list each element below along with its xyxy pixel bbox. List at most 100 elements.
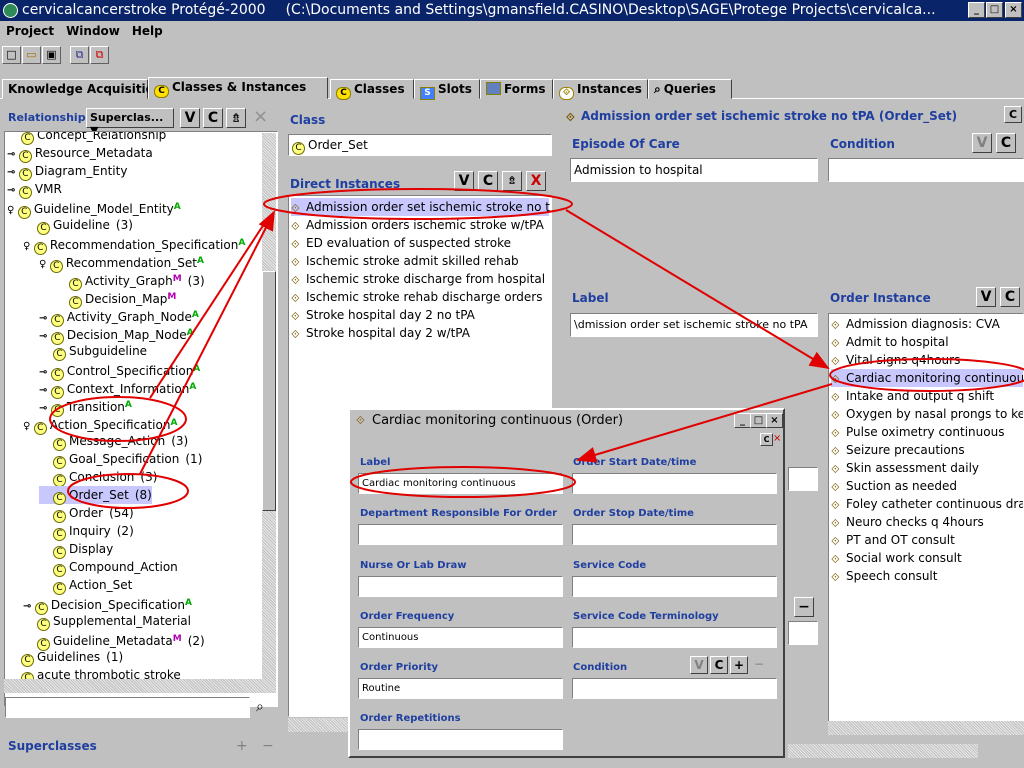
tree-node[interactable]: C Action_Set <box>39 576 132 595</box>
find-binoculars-icon[interactable]: ⌕ <box>256 699 264 715</box>
tree-node[interactable]: ⊸ C Resource_Metadata <box>7 144 153 163</box>
tree-node[interactable]: C Compound_Action <box>39 558 178 577</box>
tree-expander-icon[interactable]: ⊸ <box>23 601 35 612</box>
tree-node[interactable]: C Guidelines (1) <box>7 648 123 667</box>
tree-node[interactable]: ⊸ C VMR <box>7 180 62 199</box>
create-instance-button[interactable]: C <box>478 171 498 191</box>
order-instance-view-button[interactable]: V <box>976 287 996 307</box>
delete-instance-button[interactable]: X <box>526 171 546 191</box>
tree-horizontal-scrollbar[interactable] <box>4 679 276 693</box>
order-instance-item[interactable]: ⟐ Suction as needed <box>831 477 957 495</box>
cascade-windows-icon[interactable]: ⧉ <box>70 46 89 64</box>
minimize-button[interactable]: _ <box>968 2 985 18</box>
instance-item[interactable]: ⟐ Ischemic stroke discharge from hospital <box>291 270 549 288</box>
dlg-condition-view-button[interactable]: V <box>690 656 708 674</box>
view-instance-button[interactable]: V <box>454 171 474 191</box>
form-horizontal-scrollbar[interactable] <box>788 744 978 758</box>
tree-node[interactable]: C Guideline (3) <box>23 216 133 235</box>
tree-expander-icon[interactable]: ⊸ <box>39 403 51 414</box>
tree-node[interactable]: C Activity_GraphM (3) <box>55 270 205 291</box>
dlg-condition-field[interactable] <box>572 678 777 699</box>
dlg-terminology-field[interactable] <box>572 627 777 648</box>
delete-class-icon[interactable]: × <box>253 106 268 127</box>
dlg-condition-create-button[interactable]: C <box>710 656 728 674</box>
dialog-class-button[interactable]: C <box>760 433 773 446</box>
dlg-nurse-field[interactable] <box>358 576 563 597</box>
maximize-button[interactable]: □ <box>986 2 1003 18</box>
instance-item[interactable]: ⟐ Admission order set ischemic stroke no … <box>291 198 551 216</box>
add-superclass-button[interactable]: + <box>236 738 248 754</box>
tree-node[interactable]: C Guideline_MetadataM (2) <box>23 630 205 651</box>
dlg-priority-field[interactable]: Routine <box>358 678 563 699</box>
hidden-field-1[interactable] <box>788 467 818 491</box>
order-instance-item[interactable]: ⟐ Intake and output q shift <box>831 387 994 405</box>
tab-classes-instances[interactable]: C Classes & Instances <box>148 77 328 99</box>
tree-node[interactable]: ♀ C Recommendation_SetA <box>39 252 204 273</box>
dialog-minimize-button[interactable]: _ <box>734 413 751 428</box>
tree-node[interactable]: C Inquiry (2) <box>39 522 134 541</box>
tree-node[interactable]: C Concept_Relationship <box>7 132 166 145</box>
class-search-input[interactable] <box>5 697 250 718</box>
label-field[interactable]: \dmission order set ischemic stroke no t… <box>570 313 818 337</box>
remove-superclass-button[interactable]: − <box>262 738 274 754</box>
tree-expander-icon[interactable]: ⊸ <box>7 149 19 160</box>
order-instance-item[interactable]: ⟐ Admission diagnosis: CVA <box>831 315 1000 333</box>
tab-knowledge-acquisition[interactable]: Knowledge Acquisition <box>2 79 162 99</box>
dlg-condition-add-button[interactable]: + <box>730 656 748 674</box>
tree-node[interactable]: C Subguideline <box>39 342 147 361</box>
tree-node[interactable]: C Order (54) <box>39 504 134 523</box>
form-class-button[interactable]: C <box>1004 106 1022 123</box>
tree-node[interactable]: ♀ C Action_SpecificationA <box>23 414 177 435</box>
tree-node[interactable]: C Order_Set (8) <box>39 486 152 505</box>
order-instance-item[interactable]: ⟐ Admit to hospital <box>831 333 949 351</box>
dlg-label-field[interactable]: Cardiac monitoring continuous <box>358 473 563 494</box>
dlg-frequency-field[interactable]: Continuous <box>358 627 563 648</box>
tree-node[interactable]: ⊸ C TransitionA <box>39 396 132 417</box>
dialog-close-button[interactable]: × <box>766 413 783 428</box>
tree-node[interactable]: ⊸ C Activity_Graph_NodeA <box>39 306 199 327</box>
menu-help[interactable]: Help <box>126 21 169 41</box>
order-instance-item[interactable]: ⟐ Cardiac monitoring continuous <box>831 369 1023 387</box>
dialog-maximize-button[interactable]: □ <box>750 413 767 428</box>
tree-node[interactable]: C Conclusion (3) <box>39 468 157 487</box>
tab-slots[interactable]: S Slots <box>414 79 480 100</box>
tab-forms[interactable]: Forms <box>480 79 553 99</box>
order-instance-create-button[interactable]: C <box>1000 287 1020 307</box>
condition-view-button[interactable]: V <box>972 133 992 153</box>
tree-expander-icon[interactable]: ♀ <box>23 421 34 432</box>
dialog-x-icon[interactable]: × <box>773 433 781 444</box>
open-project-icon[interactable]: ▭ <box>22 46 41 64</box>
tree-node[interactable]: ⊸ C Decision_SpecificationA <box>23 594 192 615</box>
instance-item[interactable]: ⟐ ED evaluation of suspected stroke <box>291 234 549 252</box>
tree-expander-icon[interactable]: ⊸ <box>39 385 51 396</box>
tree-node[interactable]: ⊸ C Decision_Map_NodeA <box>39 324 194 345</box>
instance-item[interactable]: ⟐ Admission orders ischemic stroke w/tPA <box>291 216 549 234</box>
order-instance-item[interactable]: ⟐ Pulse oximetry continuous <box>831 423 1004 441</box>
tree-expander-icon[interactable]: ⊸ <box>39 313 51 324</box>
menu-project[interactable]: Project <box>0 21 60 41</box>
tree-node[interactable]: ⊸ C Control_SpecificationA <box>39 360 200 381</box>
order-instance-item[interactable]: ⟐ Seizure precautions <box>831 441 965 459</box>
tree-node[interactable]: C Decision_MapM <box>55 288 176 309</box>
order-instance-item[interactable]: ⟐ Neuro checks q 4hours <box>831 513 984 531</box>
tree-node[interactable]: ⊸ C Context_InformationA <box>39 378 196 399</box>
menu-window[interactable]: Window <box>60 21 126 41</box>
hidden-field-2[interactable] <box>788 621 818 645</box>
tree-node[interactable]: C Message_Action (3) <box>39 432 188 451</box>
episode-of-care-field[interactable]: Admission to hospital <box>570 158 818 182</box>
tree-node[interactable]: ⊸ C Diagram_Entity <box>7 162 127 181</box>
tree-expander-icon[interactable]: ♀ <box>23 241 34 252</box>
tree-node[interactable]: C Goal_Specification (1) <box>39 450 202 469</box>
order-instance-item[interactable]: ⟐ Skin assessment daily <box>831 459 979 477</box>
tab-queries[interactable]: ⌕ Queries <box>648 79 732 99</box>
close-button[interactable]: × <box>1005 2 1022 18</box>
create-class-button[interactable]: C <box>203 108 223 128</box>
order-instance-item[interactable]: ⟐ Speech consult <box>831 567 937 585</box>
tree-node[interactable]: ♀ C Recommendation_SpecificationA <box>23 234 245 255</box>
tab-instances[interactable]: ⟐ Instances <box>553 79 648 100</box>
dlg-dept-field[interactable] <box>358 524 563 545</box>
new-project-icon[interactable]: □ <box>2 46 21 64</box>
dlg-order-start-field[interactable] <box>572 473 777 494</box>
order-instance-item[interactable]: ⟐ Foley catheter continuous drain <box>831 495 1023 513</box>
condition-field[interactable] <box>828 158 1024 182</box>
